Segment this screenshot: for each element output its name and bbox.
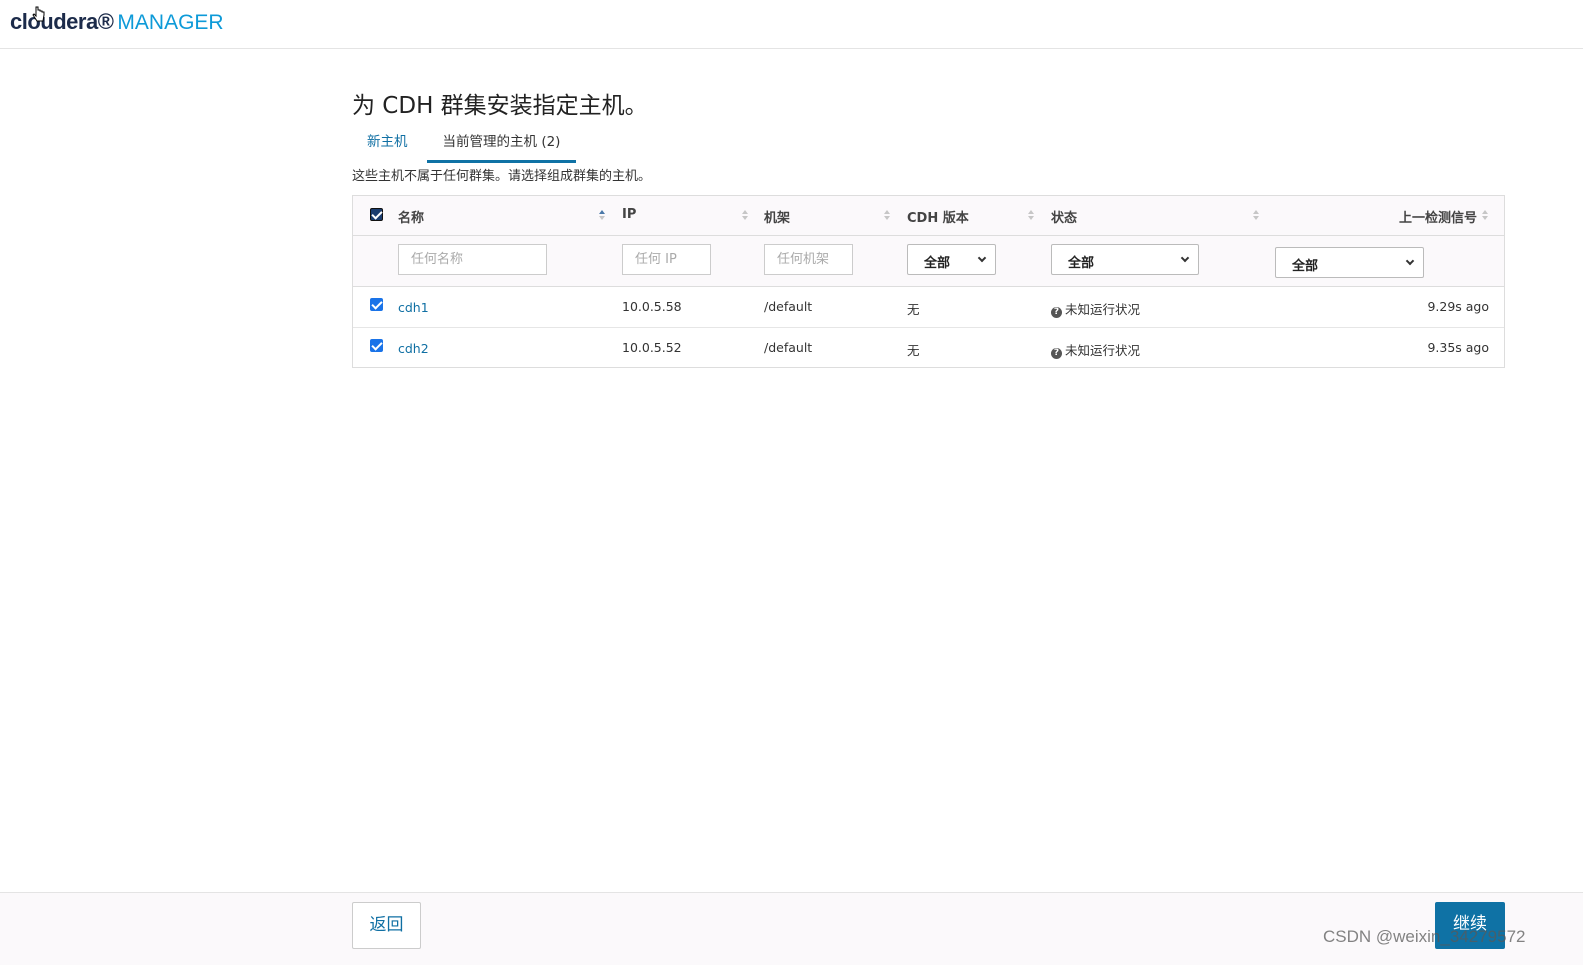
- rack-filter-input[interactable]: [764, 244, 853, 275]
- host-last-heartbeat: 9.35s ago: [1427, 340, 1489, 355]
- logo-product: MANAGER: [117, 11, 224, 34]
- chevron-down-icon: [1180, 253, 1190, 263]
- host-cdh-version: 无: [907, 302, 920, 317]
- table-row[interactable]: cdh2 10.0.5.52 /default 无 ? 未知运行状况 9.35s …: [353, 328, 1504, 369]
- column-header-rack[interactable]: 机架: [764, 207, 790, 226]
- row-checkbox[interactable]: [370, 339, 383, 352]
- host-status: ? 未知运行状况: [1051, 340, 1140, 359]
- host-ip: 10.0.5.52: [622, 340, 682, 355]
- table-filter-row: 全部 全部 全部: [353, 236, 1504, 287]
- sort-arrows-icon[interactable]: [742, 210, 748, 222]
- page-subtitle: 这些主机不属于任何群集。请选择组成群集的主机。: [352, 169, 652, 184]
- host-rack: /default: [764, 299, 813, 314]
- chevron-down-icon: [977, 253, 987, 263]
- select-all-checkbox[interactable]: [370, 208, 383, 221]
- hosts-table: 名称 IP 机架 CDH 版本 状态 上一检测信号 全部 全部: [352, 195, 1505, 368]
- column-header-cdh-version[interactable]: CDH 版本: [907, 207, 969, 226]
- sort-arrows-icon[interactable]: [1253, 210, 1259, 222]
- cdh-version-filter-select[interactable]: 全部: [907, 244, 996, 275]
- wizard-footer: 返回 继续 CSDN @weixin_34279572: [0, 892, 1583, 965]
- sort-arrows-icon[interactable]: [1028, 210, 1034, 222]
- hand-pointer-icon: [32, 6, 45, 22]
- ip-filter-input[interactable]: [622, 244, 711, 275]
- heartbeat-filter-select[interactable]: 全部: [1275, 247, 1424, 278]
- column-header-name[interactable]: 名称: [398, 207, 424, 226]
- sort-arrows-icon[interactable]: [599, 210, 605, 222]
- host-status: ? 未知运行状况: [1051, 299, 1140, 318]
- status-filter-select[interactable]: 全部: [1051, 244, 1199, 275]
- sort-arrows-icon[interactable]: [884, 210, 890, 222]
- top-navbar: cloudera® MANAGER: [0, 0, 1583, 49]
- host-last-heartbeat: 9.29s ago: [1427, 299, 1489, 314]
- page-title: 为 CDH 群集安装指定主机。: [352, 93, 648, 119]
- host-name-link[interactable]: cdh2: [398, 341, 429, 356]
- sort-arrows-icon[interactable]: [1482, 210, 1488, 222]
- back-button[interactable]: 返回: [352, 902, 421, 949]
- tab-new-hosts[interactable]: 新主机: [367, 131, 408, 163]
- logo-brand: cloudera: [10, 9, 98, 34]
- column-header-ip[interactable]: IP: [622, 207, 636, 222]
- host-name-link[interactable]: cdh1: [398, 300, 429, 315]
- host-ip: 10.0.5.58: [622, 299, 682, 314]
- watermark-text: CSDN @weixin_34279572: [1323, 927, 1526, 946]
- host-tabs: 新主机 当前管理的主机 (2): [352, 131, 752, 163]
- host-cdh-version: 无: [907, 343, 920, 358]
- column-header-last-heartbeat[interactable]: 上一检测信号: [1399, 207, 1477, 226]
- question-circle-icon: ?: [1051, 348, 1062, 359]
- chevron-down-icon: [1405, 256, 1415, 266]
- question-circle-icon: ?: [1051, 307, 1062, 318]
- column-header-status[interactable]: 状态: [1051, 207, 1077, 226]
- row-checkbox[interactable]: [370, 298, 383, 311]
- tab-managed-hosts[interactable]: 当前管理的主机 (2): [427, 131, 576, 163]
- host-rack: /default: [764, 340, 813, 355]
- table-row[interactable]: cdh1 10.0.5.58 /default 无 ? 未知运行状况 9.29s …: [353, 287, 1504, 328]
- name-filter-input[interactable]: [398, 244, 547, 275]
- table-header: 名称 IP 机架 CDH 版本 状态 上一检测信号: [353, 196, 1504, 236]
